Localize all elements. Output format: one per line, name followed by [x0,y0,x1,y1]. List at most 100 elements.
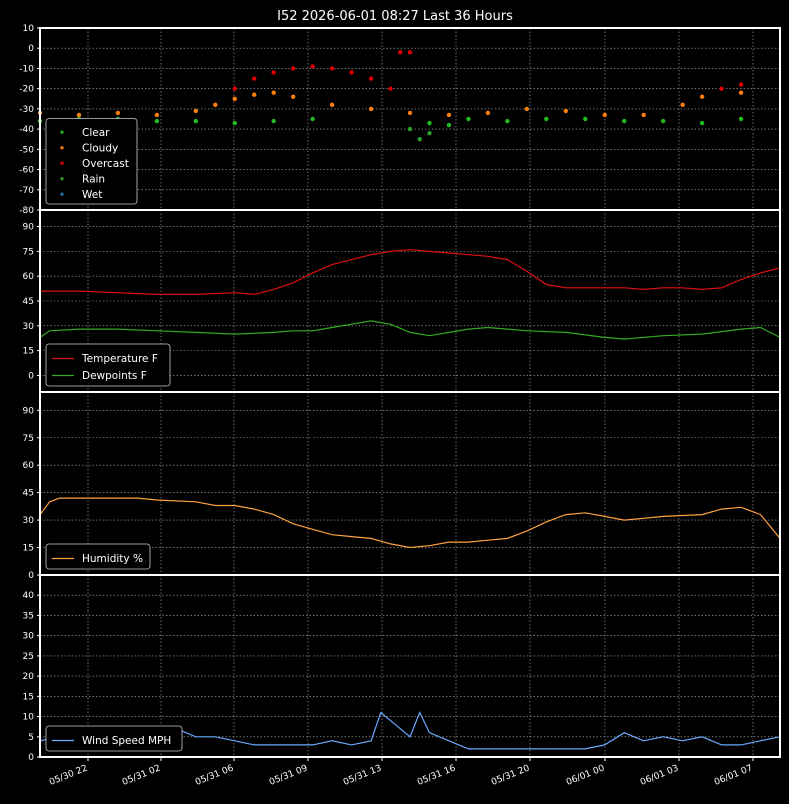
legend-label: Temperature F [81,353,158,365]
legend-label: Cloudy [82,142,118,154]
point-cloudy [485,110,491,116]
point-cloudy [193,108,198,114]
point-clear [310,116,315,122]
y-tick-label: 45 [23,489,34,499]
legend-marker [60,177,64,181]
point-overcast [310,64,315,69]
point-cloudy [446,112,452,118]
point-cloudy [563,108,568,114]
y-tick-label: 10 [23,24,35,34]
point-clear [154,118,160,124]
y-tick-label: 10 [23,713,35,723]
y-tick-label: 60 [23,272,35,282]
y-tick-label: -30 [19,105,34,115]
point-clear [622,118,627,124]
point-clear [446,122,452,128]
y-tick-label: 5 [28,733,34,743]
legend-label: Humidity % [82,553,143,565]
y-tick-label: 0 [28,571,34,581]
point-rain [427,130,432,136]
y-tick-label: 15 [23,692,34,702]
y-tick-label: -70 [19,186,34,196]
legend-label: Dewpoints F [82,370,147,382]
point-cloudy [154,112,160,118]
y-tick-label: -20 [19,85,34,95]
point-clear [660,118,666,124]
point-clear [699,120,705,126]
point-overcast [252,76,257,81]
y-tick-label: 15 [23,347,34,357]
point-cloudy [76,112,82,118]
y-tick-label: 90 [23,406,35,416]
legend-label: Clear [82,127,110,139]
legend-label: Wind Speed MPH [82,735,171,747]
legend-marker [60,146,64,150]
point-overcast [290,66,296,71]
point-cloudy [213,102,218,108]
point-cloudy [115,110,121,116]
point-cloudy [680,102,685,108]
point-rain [407,126,413,132]
y-tick-label: -60 [19,166,34,176]
point-clear [466,116,471,122]
y-tick-label: 15 [23,544,34,554]
point-overcast [368,76,374,81]
point-clear [427,120,432,126]
legend: Humidity % [45,543,151,570]
weather-chart: I52 2026-06-01 08:27 Last 36 Hours 10 0 -1… [0,0,789,804]
point-overcast [719,86,724,91]
point-overcast [349,70,354,75]
y-tick-label: -10 [19,64,34,74]
y-tick-label: 0 [28,371,34,381]
point-cloudy [699,94,705,99]
y-tick-label: 35 [23,611,34,621]
y-tick-label: 30 [23,516,35,526]
point-cloudy [232,96,237,101]
legend-label: Wet [82,189,102,201]
point-cloudy [368,106,374,112]
legend-marker [60,130,64,134]
point-overcast [388,86,393,91]
point-overcast [738,82,744,87]
legend: Wind Speed MPH [45,725,183,752]
y-tick-label: 75 [23,247,34,257]
point-cloudy [271,90,276,95]
y-tick-label: 45 [23,297,34,307]
point-cloudy [290,94,296,99]
legend: Clear Cloudy Overcast Rain Wet [45,118,138,205]
point-cloudy [524,106,530,112]
point-overcast [398,50,403,55]
y-tick-label: -40 [19,125,34,135]
point-clear [583,116,588,122]
point-clear [505,118,510,124]
point-cloudy [407,110,413,116]
legend-marker [60,192,64,196]
legend-label: Overcast [82,158,129,170]
y-tick-label: 30 [23,632,35,642]
point-overcast [407,50,413,55]
chart-title: I52 2026-06-01 08:27 Last 36 Hours [277,9,513,24]
legend-marker [60,161,64,165]
y-tick-label: 60 [23,461,35,471]
y-tick-label: 20 [23,672,35,682]
point-overcast [329,66,335,71]
point-clear [738,116,744,122]
y-tick-label: 75 [23,434,34,444]
y-tick-label: -50 [19,145,34,155]
point-rain [417,137,422,142]
point-overcast [232,86,237,91]
point-cloudy [641,112,646,118]
legend: Temperature F Dewpoints F [45,343,171,387]
point-clear [544,116,549,122]
y-tick-label: 0 [28,44,34,54]
point-cloudy [738,90,744,95]
point-cloudy [329,102,335,108]
point-cloudy [602,112,607,118]
legend-label: Rain [82,173,105,185]
y-tick-label: 90 [23,223,35,233]
point-overcast [271,70,276,75]
point-clear [232,120,237,126]
y-tick-label: 30 [23,322,35,332]
y-tick-label: 25 [23,652,34,662]
y-tick-label: 0 [28,753,34,763]
